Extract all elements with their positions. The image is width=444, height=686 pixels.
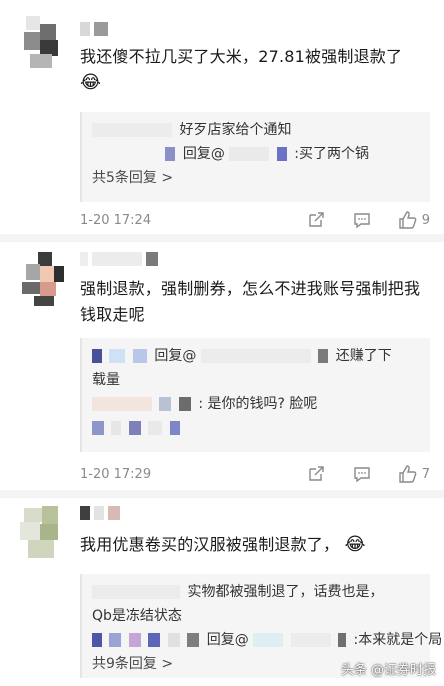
reply-item: 载量 xyxy=(92,372,120,388)
reply-box[interactable]: 好歹店家给个通知 回复@ :买了两个锅 共5条回复 > xyxy=(80,112,430,202)
comment-meta: 1-20 17:24 9 xyxy=(80,210,430,232)
share-icon[interactable] xyxy=(306,210,326,230)
avatar[interactable] xyxy=(18,252,68,308)
username[interactable] xyxy=(80,22,108,36)
reply-item: 好歹店家给个通知 xyxy=(92,118,420,142)
avatar[interactable] xyxy=(18,14,68,70)
reply-item: 回复@ 还赚了下 xyxy=(92,344,420,368)
laughing-emoji-icon: 😂 xyxy=(344,534,366,555)
comment-text: 我用优惠卷买的汉服被强制退款了， 😂 xyxy=(80,534,366,555)
comment-text: 我还傻不拉几买了大米，27.81被强制退款了 😂 xyxy=(80,47,403,93)
reply-item: : 是你的钱吗? 脸呢 xyxy=(92,392,420,416)
share-icon[interactable] xyxy=(306,464,326,484)
like-count: 9 xyxy=(421,212,430,228)
avatar[interactable] xyxy=(18,506,68,562)
username[interactable] xyxy=(80,506,120,520)
comment-icon[interactable] xyxy=(352,210,372,230)
timestamp: 1-20 17:24 xyxy=(80,213,152,228)
reply-item xyxy=(92,416,420,440)
like-count: 7 xyxy=(421,466,430,482)
timestamp: 1-20 17:29 xyxy=(80,467,152,482)
comment-3: 我用优惠卷买的汉服被强制退款了， 😂 实物都被强制退了，话费也是， Qb是冻结状… xyxy=(0,492,444,686)
username[interactable] xyxy=(80,252,158,266)
comment-meta: 1-20 17:29 7 xyxy=(80,464,430,486)
reply-item: Qb是冻结状态 xyxy=(92,608,182,624)
like-icon xyxy=(399,211,417,229)
reply-box[interactable]: 回复@ 还赚了下 载量 : 是你的钱吗? 脸呢 xyxy=(80,338,430,452)
comment-1: 我还傻不拉几买了大米，27.81被强制退款了 😂 好歹店家给个通知 回复@ :买… xyxy=(0,0,444,236)
reply-item: 实物都被强制退了，话费也是， xyxy=(92,580,420,604)
comment-2: 强制退款，强制删券，怎么不进我账号强制把我钱取走呢 回复@ 还赚了下 载量 : … xyxy=(0,236,444,492)
view-replies-link[interactable]: 共5条回复 > xyxy=(92,166,420,190)
like-icon xyxy=(399,465,417,483)
reply-item: 回复@ :买了两个锅 xyxy=(92,142,420,166)
comment-text: 强制退款，强制删券，怎么不进我账号强制把我钱取走呢 xyxy=(80,279,421,324)
laughing-emoji-icon: 😂 xyxy=(80,72,102,93)
comment-icon[interactable] xyxy=(352,464,372,484)
like-button[interactable]: 9 xyxy=(398,210,430,230)
reply-item: 回复@ :本来就是个局 xyxy=(92,628,442,652)
watermark: 头条 @证券时报 xyxy=(340,663,436,678)
like-button[interactable]: 7 xyxy=(398,464,430,484)
